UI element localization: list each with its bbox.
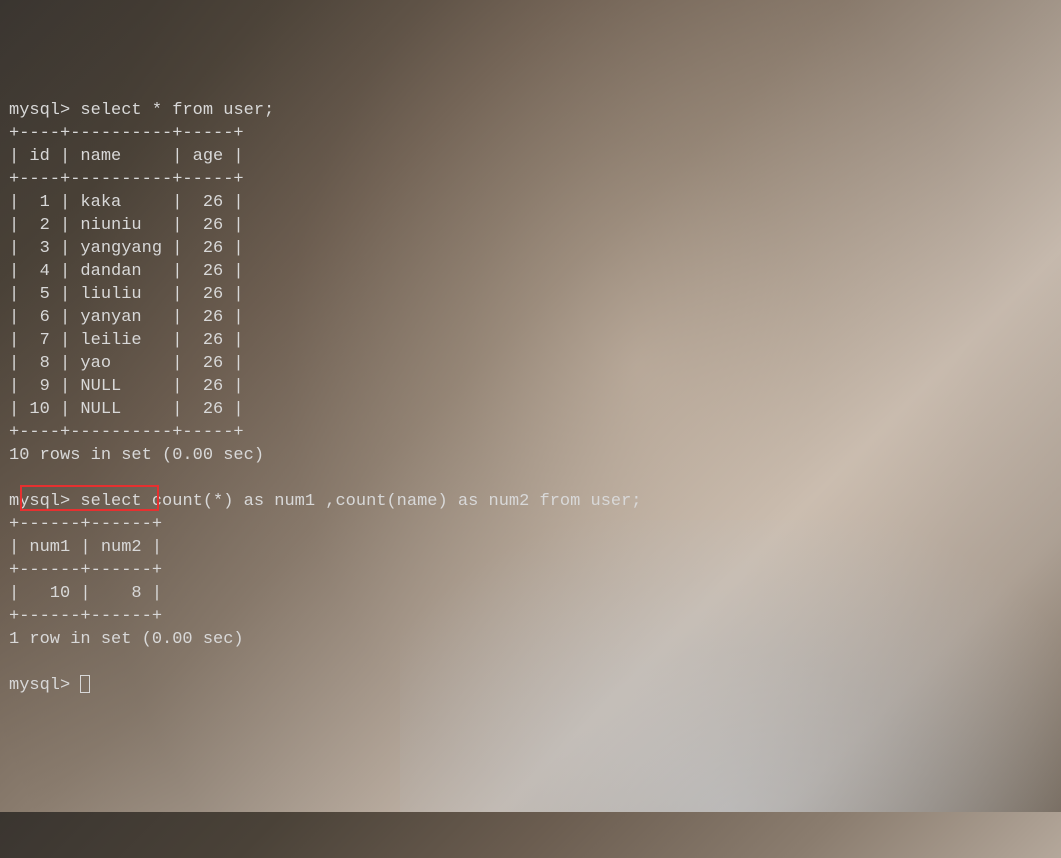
query2-status: 1 row in set (0.00 sec) bbox=[9, 630, 244, 649]
table1-row: | 7 | leilie | 26 | bbox=[9, 331, 244, 350]
mysql-prompt: mysql> bbox=[9, 101, 70, 120]
table1-row: | 10 | NULL | 26 | bbox=[9, 400, 244, 419]
table1-row: | 8 | yao | 26 | bbox=[9, 354, 244, 373]
mysql-prompt: mysql> bbox=[9, 492, 70, 511]
table1-row: | 6 | yanyan | 26 | bbox=[9, 308, 244, 327]
table2-separator: +------+------+ bbox=[9, 515, 162, 534]
table1-separator: +----+----------+-----+ bbox=[9, 423, 244, 442]
table1-row: | 2 | niuniu | 26 | bbox=[9, 216, 244, 235]
mysql-prompt: mysql> bbox=[9, 676, 70, 695]
table1-row: | 3 | yangyang | 26 | bbox=[9, 239, 244, 258]
table1-separator: +----+----------+-----+ bbox=[9, 124, 244, 143]
table1-header: | id | name | age | bbox=[9, 147, 244, 166]
table1-row: | 9 | NULL | 26 | bbox=[9, 377, 244, 396]
query1-status: 10 rows in set (0.00 sec) bbox=[9, 446, 264, 465]
sql-command-1: select * from user; bbox=[80, 101, 274, 120]
terminal-output: mysql> select * from user; +----+-------… bbox=[9, 99, 1052, 697]
sql-command-2: select count(*) as num1 ,count(name) as … bbox=[80, 492, 641, 511]
table2-row: | 10 | 8 | bbox=[9, 584, 162, 603]
table1-separator: +----+----------+-----+ bbox=[9, 170, 244, 189]
cursor-icon[interactable] bbox=[80, 675, 90, 693]
table2-header: | num1 | num2 | bbox=[9, 538, 162, 557]
table1-row: | 1 | kaka | 26 | bbox=[9, 193, 244, 212]
table1-row: | 4 | dandan | 26 | bbox=[9, 262, 244, 281]
table2-separator: +------+------+ bbox=[9, 561, 162, 580]
table1-row: | 5 | liuliu | 26 | bbox=[9, 285, 244, 304]
table2-separator: +------+------+ bbox=[9, 607, 162, 626]
